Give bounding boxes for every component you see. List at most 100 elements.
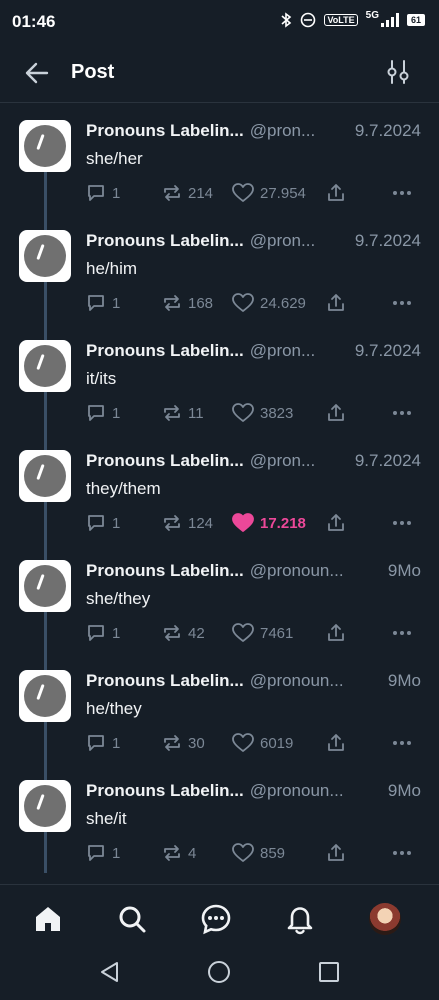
nav-search[interactable] xyxy=(116,903,148,935)
reply-button[interactable]: 1 xyxy=(86,403,120,423)
post-header: Pronouns Labelin... @pron... 9.7.2024 xyxy=(86,231,421,251)
like-count: 17.218 xyxy=(260,514,306,532)
thread-settings-button[interactable] xyxy=(385,58,411,86)
heart-icon xyxy=(232,843,254,862)
reply-count: 1 xyxy=(112,624,121,642)
reply-button[interactable]: 1 xyxy=(86,843,120,863)
more-options-button[interactable] xyxy=(392,843,412,863)
repost-count: 42 xyxy=(188,624,205,642)
reply-button[interactable]: 1 xyxy=(86,513,120,533)
more-options-button[interactable] xyxy=(392,293,412,313)
post[interactable]: Pronouns Labelin... @pronoun... 9Mo he/t… xyxy=(0,653,439,763)
repost-count: 4 xyxy=(188,844,197,862)
status-icons: VoLTE 5G 61 xyxy=(280,10,425,28)
bell-icon xyxy=(287,907,313,935)
like-button[interactable]: 17.218 xyxy=(232,513,306,533)
post-text: he/him xyxy=(86,259,138,278)
nav-notifications[interactable] xyxy=(284,903,316,935)
avatar[interactable] xyxy=(19,340,71,392)
like-count: 6019 xyxy=(260,734,294,752)
like-button[interactable]: 7461 xyxy=(232,623,293,643)
reply-button[interactable]: 1 xyxy=(86,293,120,313)
share-button[interactable] xyxy=(326,843,346,863)
post-actions: 1 214 27.954 xyxy=(86,183,421,205)
avatar[interactable] xyxy=(19,560,71,612)
thread: Pronouns Labelin... @pron... 9.7.2024 sh… xyxy=(0,103,439,873)
volte-badge: VoLTE xyxy=(324,14,358,26)
heart-icon xyxy=(232,183,254,202)
author-name[interactable]: Pronouns Labelin... xyxy=(86,451,244,471)
more-options-button[interactable] xyxy=(392,513,412,533)
home-icon xyxy=(36,907,60,931)
more-dots-icon xyxy=(393,301,411,305)
more-options-button[interactable] xyxy=(392,183,412,203)
heart-icon xyxy=(232,733,254,752)
more-options-button[interactable] xyxy=(392,733,412,753)
share-button[interactable] xyxy=(326,733,346,753)
post[interactable]: Pronouns Labelin... @pron... 9.7.2024 sh… xyxy=(0,103,439,213)
comment-icon xyxy=(88,405,104,421)
comment-icon xyxy=(88,845,104,861)
post[interactable]: Pronouns Labelin... @pron... 9.7.2024 it… xyxy=(0,323,439,433)
author-name[interactable]: Pronouns Labelin... xyxy=(86,341,244,361)
reply-button[interactable]: 1 xyxy=(86,733,120,753)
author-name[interactable]: Pronouns Labelin... xyxy=(86,121,244,141)
post-date: 9Mo xyxy=(387,781,421,800)
repost-button[interactable]: 168 xyxy=(162,293,213,313)
reply-count: 1 xyxy=(112,294,121,312)
home-circle-icon[interactable] xyxy=(207,960,231,984)
like-button[interactable]: 27.954 xyxy=(232,183,306,203)
nav-chat[interactable] xyxy=(200,903,232,935)
author-name[interactable]: Pronouns Labelin... xyxy=(86,781,244,801)
share-button[interactable] xyxy=(326,623,346,643)
heart-icon xyxy=(232,293,254,312)
post[interactable]: Pronouns Labelin... @pron... 9.7.2024 he… xyxy=(0,213,439,323)
like-button[interactable]: 24.629 xyxy=(232,293,306,313)
back-button[interactable] xyxy=(22,58,52,88)
repost-button[interactable]: 214 xyxy=(162,183,213,203)
repost-icon xyxy=(164,845,180,861)
repost-button[interactable]: 4 xyxy=(162,843,196,863)
avatar[interactable] xyxy=(19,120,71,172)
post[interactable]: Pronouns Labelin... @pron... 9.7.2024 th… xyxy=(0,433,439,543)
post[interactable]: Pronouns Labelin... @pronoun... 9Mo she/… xyxy=(0,763,439,873)
avatar[interactable] xyxy=(19,780,71,832)
like-button[interactable]: 6019 xyxy=(232,733,293,753)
avatar[interactable] xyxy=(19,670,71,722)
reply-button[interactable]: 1 xyxy=(86,623,120,643)
repost-button[interactable]: 42 xyxy=(162,623,205,643)
nav-home[interactable] xyxy=(32,903,64,935)
recents-square-icon[interactable] xyxy=(318,961,340,983)
more-options-button[interactable] xyxy=(392,623,412,643)
like-button[interactable]: 859 xyxy=(232,843,285,863)
share-icon xyxy=(328,514,344,531)
nav-profile-avatar[interactable] xyxy=(369,903,401,935)
avatar[interactable] xyxy=(19,230,71,282)
share-button[interactable] xyxy=(326,403,346,423)
repost-button[interactable]: 30 xyxy=(162,733,205,753)
author-handle: @pron... xyxy=(249,451,316,470)
avatar[interactable] xyxy=(19,450,71,502)
author-name[interactable]: Pronouns Labelin... xyxy=(86,671,244,691)
author-name[interactable]: Pronouns Labelin... xyxy=(86,231,244,251)
more-options-button[interactable] xyxy=(392,403,412,423)
repost-button[interactable]: 11 xyxy=(162,403,204,423)
post-actions: 1 124 17.218 xyxy=(86,513,421,535)
repost-button[interactable]: 124 xyxy=(162,513,213,533)
header: Post xyxy=(0,44,439,103)
author-handle: @pron... xyxy=(249,231,316,250)
share-button[interactable] xyxy=(326,183,346,203)
back-triangle-icon[interactable] xyxy=(98,960,122,984)
share-button[interactable] xyxy=(326,293,346,313)
repost-count: 124 xyxy=(188,514,214,532)
share-button[interactable] xyxy=(326,513,346,533)
post[interactable]: Pronouns Labelin... @pronoun... 9Mo she/… xyxy=(0,543,439,653)
reply-button[interactable]: 1 xyxy=(86,183,120,203)
comment-icon xyxy=(88,295,104,311)
more-dots-icon xyxy=(393,411,411,415)
share-icon xyxy=(328,734,344,751)
author-name[interactable]: Pronouns Labelin... xyxy=(86,561,244,581)
more-dots-icon xyxy=(393,741,411,745)
like-button[interactable]: 3823 xyxy=(232,403,293,423)
post-date: 9.7.2024 xyxy=(354,121,421,140)
